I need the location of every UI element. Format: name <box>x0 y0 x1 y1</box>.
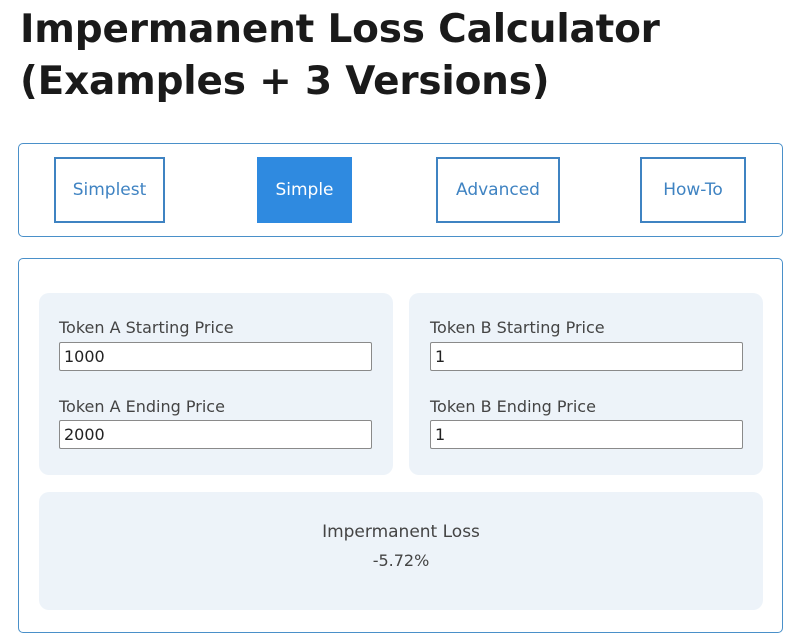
page-title-line-2: (Examples + 3 Versions) <box>20 59 550 104</box>
impermanent-loss-label: Impermanent Loss <box>322 522 480 542</box>
token-a-card: Token A Starting Price Token A Ending Pr… <box>39 293 393 475</box>
token-b-start-label: Token B Starting Price <box>430 318 605 337</box>
tab-simple[interactable]: Simple <box>257 157 352 223</box>
page-title-line-1: Impermanent Loss Calculator <box>20 7 660 52</box>
token-b-end-label: Token B Ending Price <box>430 397 596 416</box>
token-a-start-input[interactable] <box>59 342 372 371</box>
tab-advanced[interactable]: Advanced <box>436 157 560 223</box>
token-b-end-input[interactable] <box>430 420 743 449</box>
tab-simplest[interactable]: Simplest <box>54 157 165 223</box>
result-card: Impermanent Loss -5.72% <box>39 492 763 610</box>
impermanent-loss-value: -5.72% <box>372 551 430 570</box>
token-b-start-input[interactable] <box>430 342 743 371</box>
token-a-end-input[interactable] <box>59 420 372 449</box>
tab-how-to[interactable]: How-To <box>640 157 746 223</box>
version-tab-bar: Simplest Simple Advanced How-To <box>18 143 783 237</box>
page-title: Impermanent Loss Calculator (Examples + … <box>20 4 780 108</box>
token-a-end-label: Token A Ending Price <box>59 397 225 416</box>
calculator-panel: Token A Starting Price Token A Ending Pr… <box>18 258 783 633</box>
token-b-card: Token B Starting Price Token B Ending Pr… <box>409 293 763 475</box>
token-a-start-label: Token A Starting Price <box>59 318 234 337</box>
